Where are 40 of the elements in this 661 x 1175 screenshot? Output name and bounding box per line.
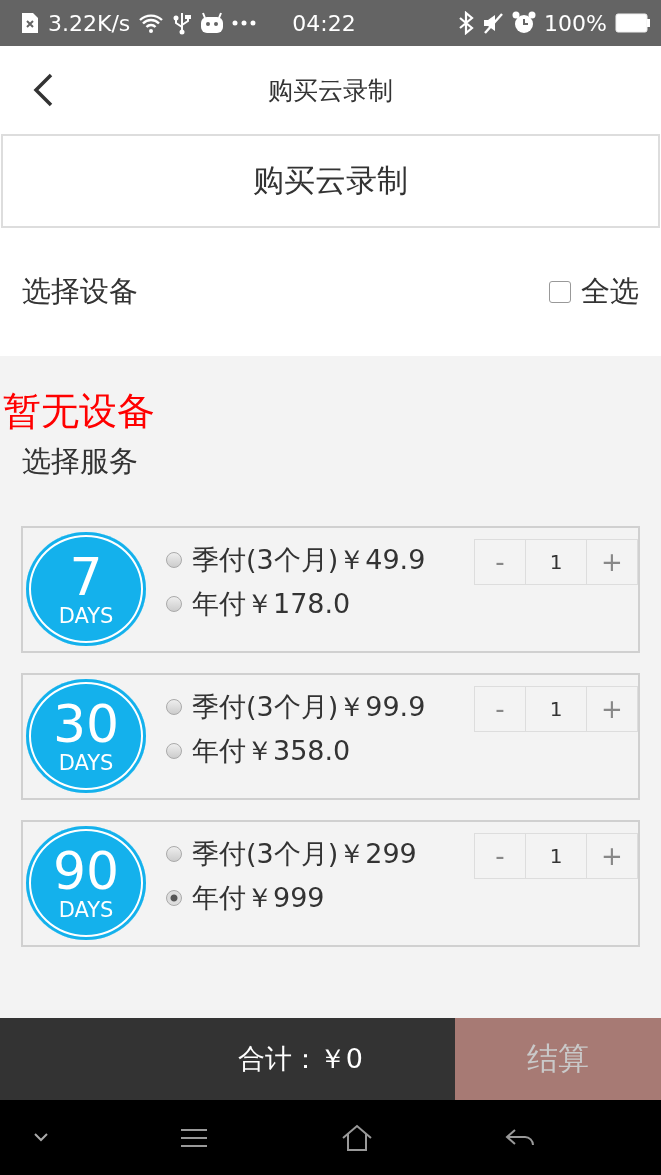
option-label[interactable]: 季付(3个月)￥99.9 xyxy=(192,689,426,725)
days-badge: 7 DAYS xyxy=(26,532,146,646)
menu-icon[interactable] xyxy=(180,1127,209,1148)
banner-title: 购买云录制 xyxy=(1,134,660,228)
days-badge: 90 DAYS xyxy=(26,826,146,940)
usb-icon xyxy=(172,11,193,35)
mute-icon xyxy=(482,12,505,34)
alarm-icon xyxy=(512,11,537,35)
radio-button[interactable] xyxy=(166,743,182,759)
more-icon xyxy=(232,20,257,26)
radio-button[interactable] xyxy=(166,699,182,715)
wifi-icon xyxy=(138,12,165,34)
option-label[interactable]: 季付(3个月)￥299 xyxy=(192,836,417,872)
radio-button[interactable] xyxy=(166,846,182,862)
radio-button[interactable] xyxy=(166,596,182,612)
bluetooth-icon xyxy=(458,11,475,35)
battery-icon xyxy=(615,13,651,33)
option-label[interactable]: 年付￥358.0 xyxy=(192,733,351,769)
days-badge: 30 DAYS xyxy=(26,679,146,793)
back-arrow-icon[interactable] xyxy=(505,1127,535,1148)
chevron-down-icon[interactable] xyxy=(34,1133,48,1142)
select-all-label[interactable]: 全选 xyxy=(581,272,639,312)
option-label[interactable]: 季付(3个月)￥49.9 xyxy=(192,542,426,578)
option-label[interactable]: 年付￥178.0 xyxy=(192,586,351,622)
select-device-label: 选择设备 xyxy=(22,273,138,310)
back-icon[interactable] xyxy=(32,73,54,107)
network-speed: 3.22K/s xyxy=(48,10,131,36)
select-all-checkbox[interactable] xyxy=(549,281,571,303)
option-label[interactable]: 年付￥999 xyxy=(192,880,325,916)
home-icon[interactable] xyxy=(340,1123,373,1152)
empty-message: 暂无设备 xyxy=(3,388,156,434)
robot-icon xyxy=(200,12,225,34)
battery-level: 100% xyxy=(544,10,607,36)
radio-button[interactable] xyxy=(166,552,182,568)
status-time: 04:22 xyxy=(292,10,356,36)
radio-button[interactable] xyxy=(166,890,182,906)
page-title: 购买云录制 xyxy=(268,74,393,107)
total-amount: 合计：￥0 xyxy=(237,1042,363,1076)
select-service-label: 选择服务 xyxy=(22,443,139,480)
sim-card-icon xyxy=(20,12,40,34)
